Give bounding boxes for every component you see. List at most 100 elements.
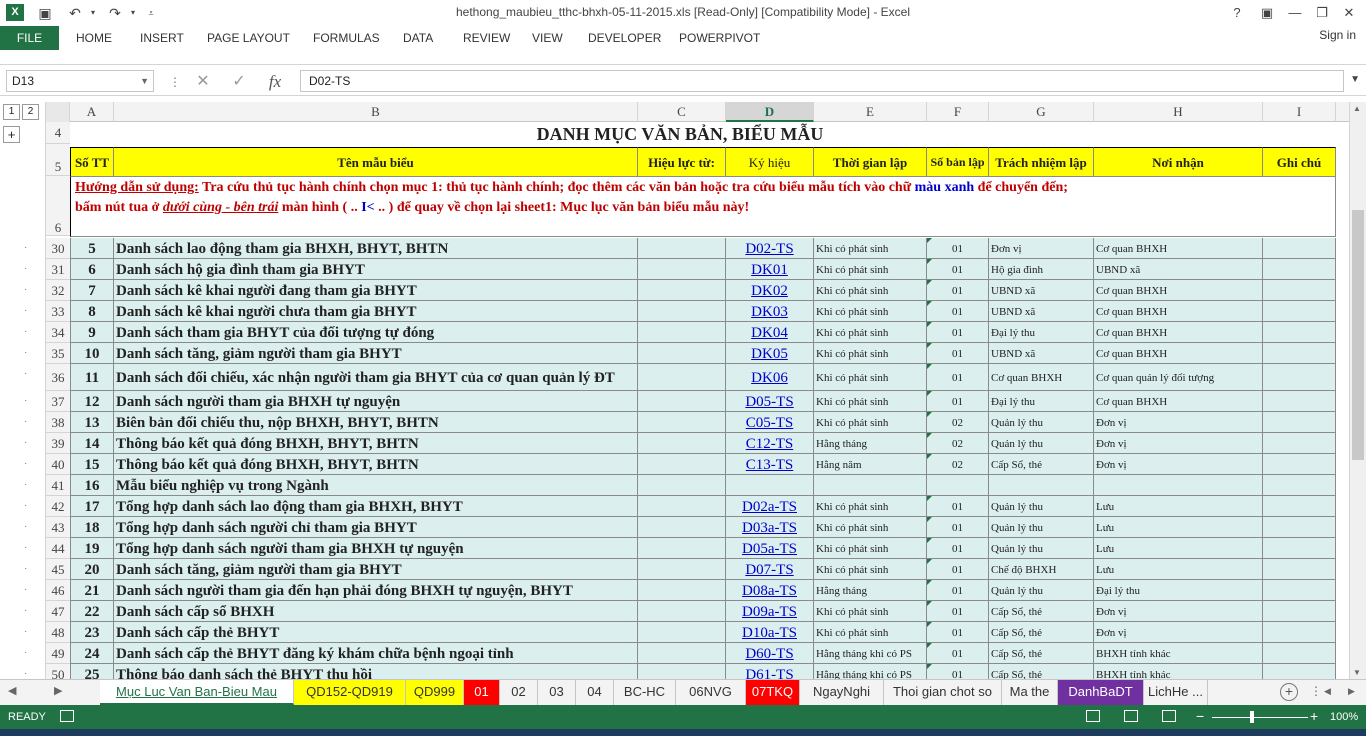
select-all-corner[interactable] <box>46 102 70 122</box>
cell-eff[interactable] <box>638 517 726 538</box>
cell-time[interactable]: Khi có phát sinh <box>814 322 927 343</box>
cell-copies[interactable]: 01 <box>927 364 989 391</box>
sheet-tab[interactable]: NgayNghi <box>800 680 884 705</box>
row-header[interactable]: 35 <box>46 343 70 364</box>
cell-resp[interactable]: Chế độ BHXH <box>989 559 1094 580</box>
cell-resp[interactable]: Quản lý thu <box>989 412 1094 433</box>
cell-code[interactable]: D10a-TS <box>726 622 814 643</box>
tab-formulas[interactable]: FORMULAS <box>313 26 380 50</box>
sheet-tab[interactable]: 07TKQ <box>746 680 800 705</box>
cell-resp[interactable]: Quản lý thu <box>989 580 1094 601</box>
cell-copies[interactable]: 01 <box>927 559 989 580</box>
cell-name[interactable]: Danh sách lao động tham gia BHXH, BHYT, … <box>114 238 638 259</box>
cell-time[interactable]: Khi có phát sinh <box>814 259 927 280</box>
new-sheet-icon[interactable]: + <box>1280 683 1298 701</box>
cell-eff[interactable] <box>638 475 726 496</box>
sheet-tab[interactable]: 01 <box>464 680 500 705</box>
row-header[interactable]: 30 <box>46 238 70 259</box>
cell-time[interactable]: Khi có phát sinh <box>814 412 927 433</box>
cell-name[interactable]: Danh sách đối chiếu, xác nhận người tham… <box>114 364 638 391</box>
cell-time[interactable]: Khi có phát sinh <box>814 364 927 391</box>
zoom-out-icon[interactable]: − <box>1196 708 1204 724</box>
file-tab[interactable]: FILE <box>0 26 59 50</box>
header-name[interactable]: Tên mẫu biểu <box>114 147 638 177</box>
zoom-in-icon[interactable]: + <box>1310 708 1318 724</box>
row-header[interactable]: 36 <box>46 364 70 391</box>
cell-stt[interactable]: 8 <box>70 301 114 322</box>
cell-time[interactable]: Khi có phát sinh <box>814 538 927 559</box>
cell-eff[interactable] <box>638 643 726 664</box>
cell-time[interactable]: Khi có phát sinh <box>814 301 927 322</box>
cell-name[interactable]: Biên bản đối chiếu thu, nộp BHXH, BHYT, … <box>114 412 638 433</box>
cell-eff[interactable] <box>638 454 726 475</box>
row-header[interactable]: 38 <box>46 412 70 433</box>
expand-formula-bar-icon[interactable]: ▼ <box>1350 74 1360 85</box>
cell-eff[interactable] <box>638 301 726 322</box>
cell-resp[interactable]: UBND xã <box>989 280 1094 301</box>
cell-copies[interactable]: 02 <box>927 433 989 454</box>
cell-recv[interactable]: Cơ quan BHXH <box>1094 301 1263 322</box>
cell-stt[interactable]: 17 <box>70 496 114 517</box>
cell-resp[interactable]: Quản lý thu <box>989 538 1094 559</box>
header-recipient[interactable]: Nơi nhận <box>1094 147 1263 177</box>
cell-recv[interactable] <box>1094 475 1263 496</box>
cell-name[interactable]: Thông báo kết quả đóng BHXH, BHYT, BHTN <box>114 433 638 454</box>
cell-name[interactable]: Danh sách cấp sổ BHXH <box>114 601 638 622</box>
cell-time[interactable]: Hằng tháng <box>814 433 927 454</box>
row-header[interactable]: 31 <box>46 259 70 280</box>
cell-eff[interactable] <box>638 433 726 454</box>
cell-eff[interactable] <box>638 412 726 433</box>
row-header[interactable]: 37 <box>46 391 70 412</box>
cell-recv[interactable]: Lưu <box>1094 559 1263 580</box>
cell-note[interactable] <box>1263 280 1336 301</box>
cell-name[interactable]: Danh sách kê khai người chưa tham gia BH… <box>114 301 638 322</box>
cell-recv[interactable]: Đơn vị <box>1094 412 1263 433</box>
cell-eff[interactable] <box>638 364 726 391</box>
tab-insert[interactable]: INSERT <box>140 26 184 50</box>
cell-copies[interactable]: 01 <box>927 280 989 301</box>
cell-resp[interactable]: Cấp Sổ, thẻ <box>989 664 1094 679</box>
name-box[interactable]: D13 ▼ <box>6 70 154 92</box>
cell-note[interactable] <box>1263 322 1336 343</box>
cell-recv[interactable]: Cơ quan BHXH <box>1094 280 1263 301</box>
cell-stt[interactable]: 9 <box>70 322 114 343</box>
cell-resp[interactable]: Cấp Sổ, thẻ <box>989 622 1094 643</box>
cell-copies[interactable]: 01 <box>927 238 989 259</box>
cell-time[interactable] <box>814 475 927 496</box>
cell-note[interactable] <box>1263 391 1336 412</box>
row-header[interactable]: 50 <box>46 664 70 679</box>
cell-note[interactable] <box>1263 580 1336 601</box>
cell-recv[interactable]: Đơn vị <box>1094 622 1263 643</box>
zoom-level[interactable]: 100% <box>1330 711 1358 723</box>
cell-time[interactable]: Khi có phát sinh <box>814 622 927 643</box>
column-header-d[interactable]: D <box>726 102 814 122</box>
cell-resp[interactable]: Cấp Sổ, thẻ <box>989 643 1094 664</box>
cell-stt[interactable]: 15 <box>70 454 114 475</box>
prev-sheet-icon[interactable]: ◀ <box>8 684 16 697</box>
usage-instructions[interactable]: Hướng dẫn sử dụng: Tra cứu thủ tục hành … <box>70 177 1336 237</box>
cell-copies[interactable] <box>927 475 989 496</box>
cell-code[interactable]: D05a-TS <box>726 538 814 559</box>
column-header-a[interactable]: A <box>70 102 114 122</box>
cell-copies[interactable]: 01 <box>927 322 989 343</box>
cell-recv[interactable]: Cơ quan BHXH <box>1094 238 1263 259</box>
header-code[interactable]: Ký hiệu <box>726 147 814 177</box>
cell-note[interactable] <box>1263 559 1336 580</box>
cell-recv[interactable]: BHXH tỉnh khác <box>1094 643 1263 664</box>
row-header[interactable]: 40 <box>46 454 70 475</box>
cell-time[interactable]: Khi có phát sinh <box>814 559 927 580</box>
cell-name[interactable]: Danh sách cấp thẻ BHYT đăng ký khám chữa… <box>114 643 638 664</box>
cell-recv[interactable]: Cơ quan BHXH <box>1094 343 1263 364</box>
cell-resp[interactable]: Cơ quan BHXH <box>989 364 1094 391</box>
cell-code[interactable]: C12-TS <box>726 433 814 454</box>
row-header[interactable]: 41 <box>46 475 70 496</box>
cell-code[interactable]: DK01 <box>726 259 814 280</box>
cell-recv[interactable]: Lưu <box>1094 496 1263 517</box>
tab-home[interactable]: HOME <box>76 26 112 50</box>
outline-level-1-button[interactable]: 1 <box>3 104 20 120</box>
cell-stt[interactable]: 10 <box>70 343 114 364</box>
scroll-right-icon[interactable]: ▶ <box>1348 686 1355 697</box>
sheet-tab[interactable]: 03 <box>538 680 576 705</box>
cell-note[interactable] <box>1263 364 1336 391</box>
cell-resp[interactable]: Cấp Sổ, thẻ <box>989 454 1094 475</box>
